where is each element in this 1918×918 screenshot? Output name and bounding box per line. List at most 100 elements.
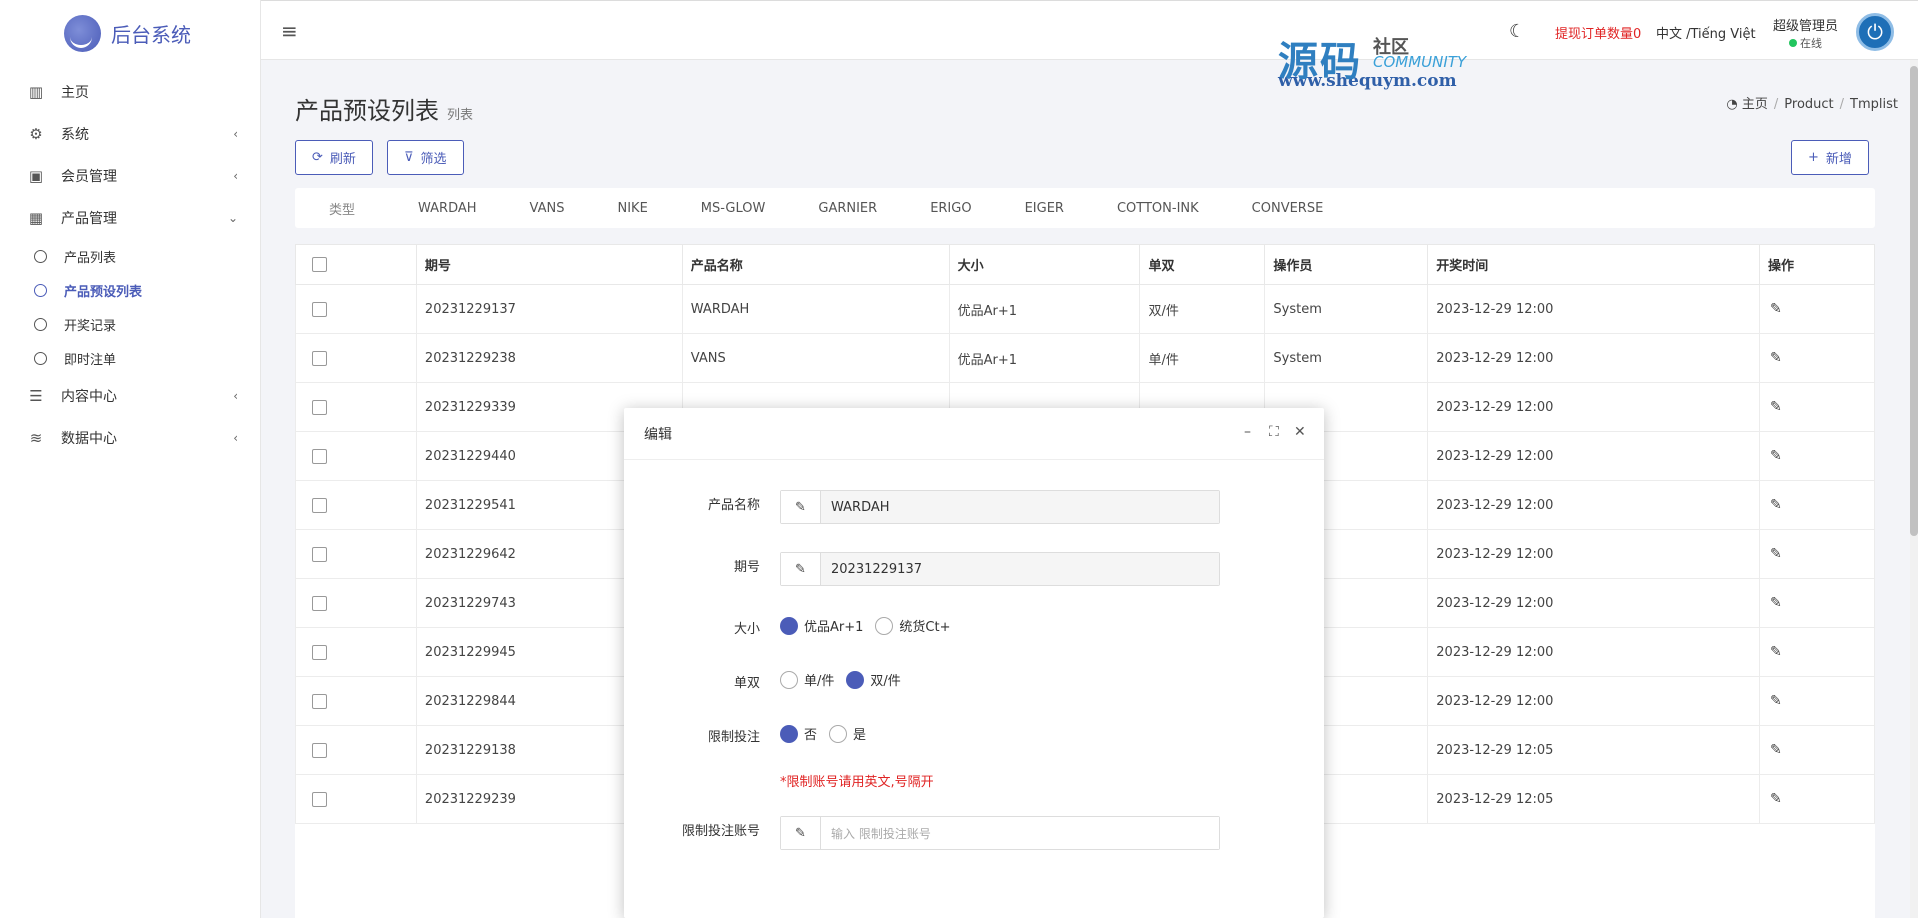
filter-option[interactable]: COTTON-INK — [1117, 201, 1199, 216]
sidebar-item-system[interactable]: ⚙ 系统 ‹ — [0, 113, 260, 155]
edit-icon[interactable]: ✎ — [1770, 693, 1782, 709]
refresh-button[interactable]: ⟳ 刷新 — [295, 140, 373, 175]
radio-label: 否 — [804, 728, 818, 743]
cell-product: VANS — [681, 333, 950, 383]
cell-product: WARDAH — [681, 284, 950, 334]
filter-option[interactable]: MS-GLOW — [701, 201, 766, 216]
sidebar-item-data[interactable]: ≋ 数据中心 ‹ — [0, 417, 260, 459]
limit-option-no[interactable]: 否 — [780, 724, 817, 743]
row-checkbox[interactable] — [312, 595, 327, 611]
row-checkbox[interactable] — [312, 350, 327, 366]
pencil-icon: ✎ — [781, 817, 821, 849]
user-name[interactable]: 超级管理员 — [1773, 15, 1838, 34]
row-checkbox[interactable] — [312, 791, 327, 807]
edit-icon[interactable]: ✎ — [1770, 644, 1782, 660]
size-label: 大小 — [733, 622, 760, 637]
maximize-icon[interactable]: ⛶ — [1269, 424, 1279, 440]
row-checkbox[interactable] — [312, 497, 327, 513]
col-header-parity[interactable]: 单双 — [1139, 244, 1266, 285]
topbar: ≡ 源码 社区 COMMUNITY www.shequym.com ☾ 提现订单… — [261, 0, 1918, 91]
filter-option[interactable]: EIGER — [1025, 201, 1064, 216]
row-select-cell — [295, 676, 417, 726]
issue-group: ✎ 20231229137 — [780, 552, 1220, 586]
close-icon[interactable]: ✕ — [1294, 424, 1306, 440]
cell-parity: 双/件 — [1139, 284, 1266, 334]
col-header-time[interactable]: 开奖时间 — [1427, 244, 1761, 285]
withdraw-orders-count[interactable]: 提现订单数量0 — [1555, 23, 1641, 42]
filter-option[interactable]: VANS — [530, 201, 565, 216]
sidebar-subitem-live-orders[interactable]: 即时注单 — [0, 341, 260, 375]
sidebar-item-members[interactable]: ▣ 会员管理 ‹ — [0, 155, 260, 197]
limit-option-yes[interactable]: 是 — [829, 724, 866, 743]
dark-mode-icon[interactable]: ☾ — [1509, 21, 1525, 42]
minimize-icon[interactable]: – — [1244, 424, 1251, 440]
filter-option[interactable]: ERIGO — [930, 201, 971, 216]
brand[interactable]: 后台系统 — [0, 0, 260, 66]
edit-icon[interactable]: ✎ — [1770, 448, 1782, 464]
power-icon: ⏻ — [1867, 20, 1883, 44]
size-option-standard[interactable]: 统货Ct+ — [875, 616, 950, 635]
product-name-input[interactable]: WARDAH — [821, 491, 1219, 523]
col-header-operator[interactable]: 操作员 — [1264, 244, 1429, 285]
cell-operator: System — [1264, 333, 1429, 383]
row-checkbox[interactable] — [312, 301, 327, 317]
breadcrumb-home[interactable]: 主页 — [1742, 97, 1768, 112]
row-checkbox[interactable] — [312, 742, 327, 758]
edit-icon[interactable]: ✎ — [1770, 742, 1782, 758]
filter-option[interactable]: NIKE — [617, 201, 647, 216]
breadcrumb-product[interactable]: Product — [1784, 97, 1833, 112]
edit-icon[interactable]: ✎ — [1770, 791, 1782, 807]
avatar[interactable]: ⏻ — [1856, 13, 1894, 51]
edit-icon[interactable]: ✎ — [1770, 350, 1782, 366]
cell-parity: 单/件 — [1139, 333, 1266, 383]
row-select-cell — [295, 774, 417, 824]
user-status: 在线 — [1789, 35, 1822, 51]
sidebar-subitem-preset-list[interactable]: 产品预设列表 — [0, 273, 260, 307]
parity-option-single[interactable]: 单/件 — [780, 670, 834, 689]
sidebar-item-home[interactable]: ▥ 主页 — [0, 71, 260, 113]
edit-icon[interactable]: ✎ — [1770, 497, 1782, 513]
parity-option-double[interactable]: 双/件 — [846, 670, 901, 689]
radio-label: 单/件 — [804, 674, 835, 689]
cell-time: 2023-12-29 12:00 — [1427, 676, 1761, 726]
page-scrollbar[interactable] — [1910, 60, 1918, 918]
edit-icon[interactable]: ✎ — [1770, 399, 1782, 415]
col-header-size[interactable]: 大小 — [948, 244, 1141, 285]
sidebar-subitem-draw-records[interactable]: 开奖记录 — [0, 307, 260, 341]
cell-actions: ✎ — [1759, 333, 1875, 383]
accounts-input[interactable]: 输入 限制投注账号 — [821, 817, 1219, 849]
issue-input[interactable]: 20231229137 — [821, 553, 1219, 585]
row-checkbox[interactable] — [312, 693, 327, 709]
page-title: 产品预设列表 列表 — [295, 91, 473, 126]
sidebar-item-label: 会员管理 — [61, 169, 117, 185]
size-option-premium[interactable]: 优品Ar+1 — [780, 616, 863, 635]
col-header-product[interactable]: 产品名称 — [681, 244, 950, 285]
breadcrumb-sep: / — [1839, 97, 1845, 112]
select-all-checkbox[interactable] — [312, 257, 327, 272]
menu-toggle-icon[interactable]: ≡ — [281, 19, 298, 43]
row-checkbox[interactable] — [312, 546, 327, 562]
row-checkbox[interactable] — [312, 644, 327, 660]
row-checkbox[interactable] — [312, 448, 327, 464]
filter-option[interactable]: CONVERSE — [1252, 201, 1324, 216]
cell-time: 2023-12-29 12:00 — [1427, 627, 1761, 677]
radio-unchecked — [875, 616, 894, 635]
sidebar-item-products[interactable]: ▦ 产品管理 ⌄ — [0, 197, 260, 239]
sidebar-item-content[interactable]: ☰ 内容中心 ‹ — [0, 375, 260, 417]
scrollbar-thumb[interactable] — [1910, 66, 1918, 536]
filter-option[interactable]: GARNIER — [818, 201, 877, 216]
comments-icon: ☰ — [29, 387, 43, 405]
edit-icon[interactable]: ✎ — [1770, 546, 1782, 562]
cell-time: 2023-12-29 12:00 — [1427, 382, 1761, 432]
language-switch[interactable]: 中文 /Tiếng Việt — [1656, 23, 1756, 42]
col-header-issue[interactable]: 期号 — [415, 244, 683, 285]
row-checkbox[interactable] — [312, 399, 327, 415]
edit-icon[interactable]: ✎ — [1770, 301, 1782, 317]
add-button[interactable]: + 新增 — [1791, 140, 1869, 175]
filter-button[interactable]: ⊽ 筛选 — [387, 140, 464, 175]
chevron-left-icon: ‹ — [233, 169, 238, 183]
radio-checked — [846, 670, 865, 689]
sidebar-subitem-product-list[interactable]: 产品列表 — [0, 239, 260, 273]
filter-option[interactable]: WARDAH — [418, 201, 477, 216]
edit-icon[interactable]: ✎ — [1770, 595, 1782, 611]
